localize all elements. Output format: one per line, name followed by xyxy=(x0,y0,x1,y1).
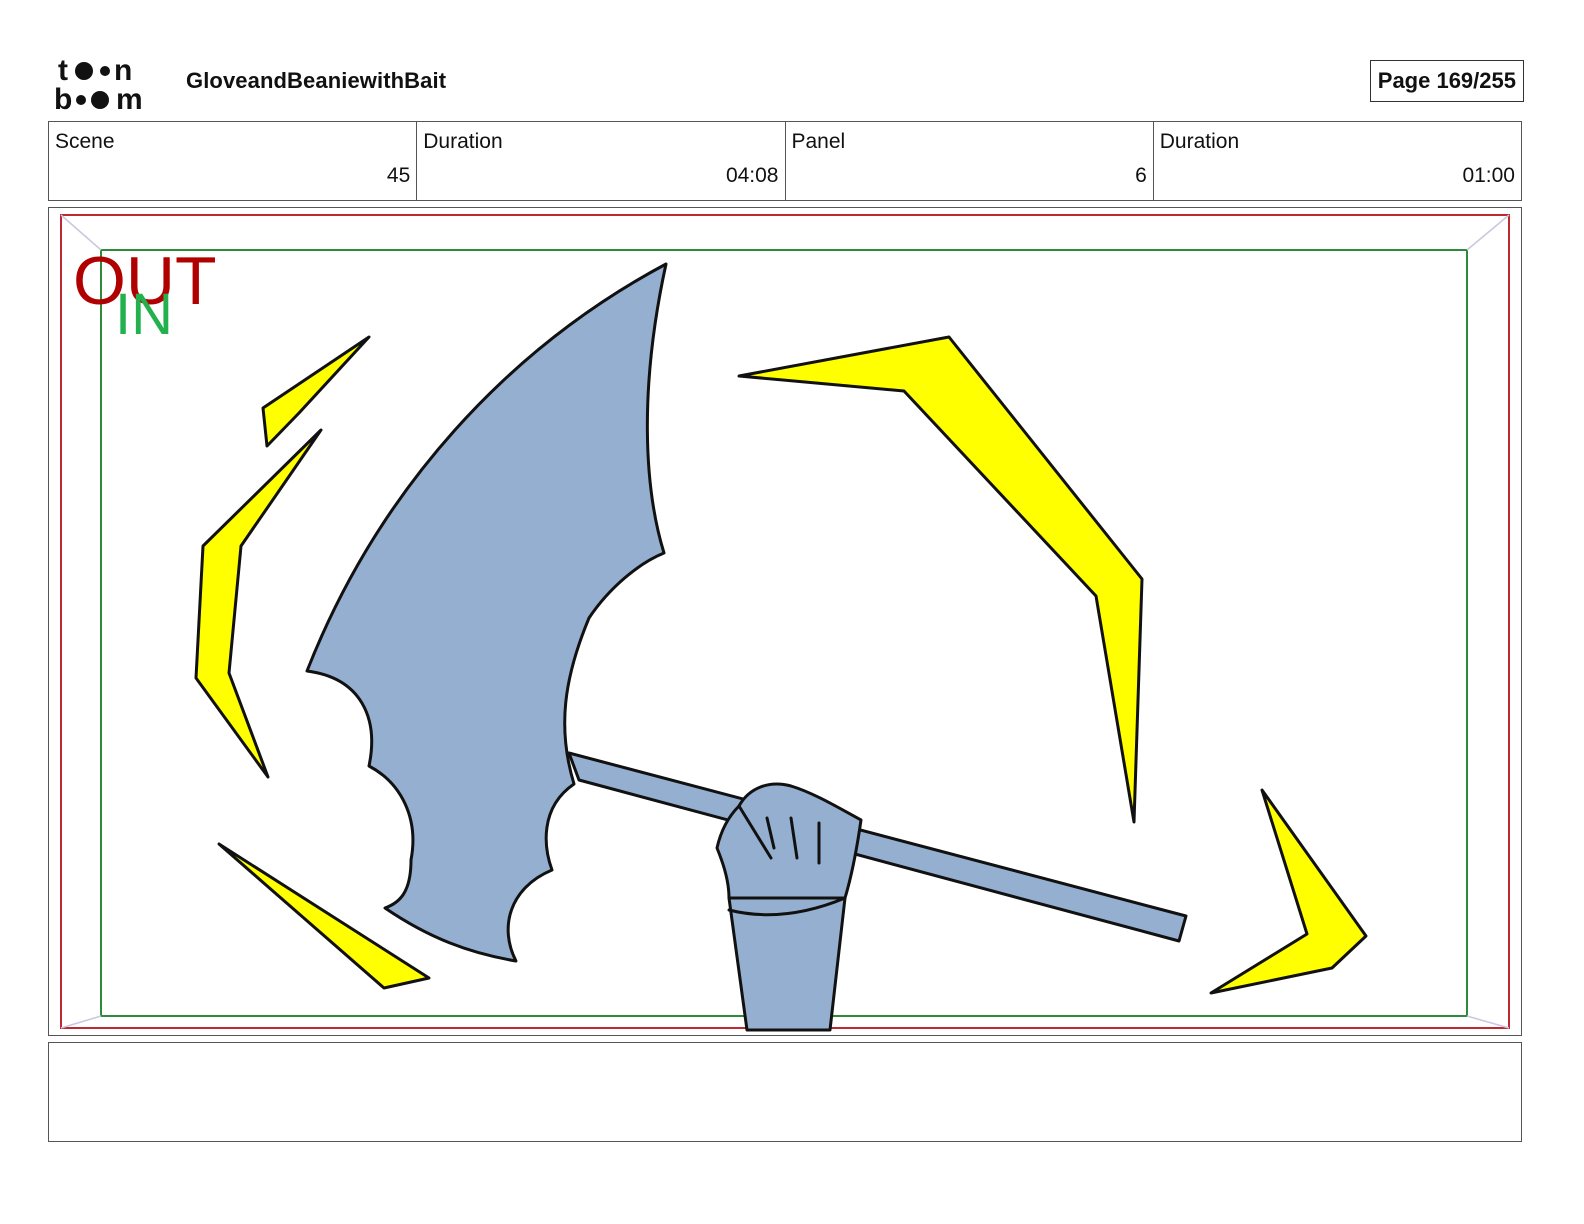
scene-duration-cell: Duration 04:08 xyxy=(417,122,786,200)
axe-blade xyxy=(305,262,668,963)
caption-box xyxy=(48,1042,1522,1142)
scene-info-bar: Scene 45 Duration 04:08 Panel 6 Duration… xyxy=(48,121,1522,201)
scene-duration-label: Duration xyxy=(423,130,503,153)
panel-cell: Panel 6 xyxy=(786,122,1154,200)
page-header: t n b m GloveandBeaniewithBait Page 169/… xyxy=(48,48,1524,114)
panel-duration-cell: Duration 01:00 xyxy=(1154,122,1521,200)
storyboard-panel: OUT IN xyxy=(48,207,1522,1036)
forearm xyxy=(727,896,847,1032)
axe xyxy=(305,262,1188,1032)
burst-bottom-right xyxy=(1209,788,1368,995)
scene-value: 45 xyxy=(386,164,411,187)
scene-cell: Scene 45 xyxy=(49,122,418,200)
project-title: GloveandBeaniewithBait xyxy=(186,68,447,93)
burst-top-left-small xyxy=(261,335,371,448)
panel-duration-label: Duration xyxy=(1159,130,1240,153)
svg-text:m: m xyxy=(116,83,143,112)
axe-handle xyxy=(567,751,1188,943)
panel-duration-value: 01:00 xyxy=(1462,164,1515,187)
burst-top-right xyxy=(737,335,1144,824)
panel-drawing: OUT IN xyxy=(60,214,1510,1032)
panel-value: 6 xyxy=(1135,164,1147,187)
panel-label: Panel xyxy=(791,130,846,153)
toon-boom-logo: t n b m xyxy=(54,54,143,112)
page-number: Page 169/255 xyxy=(1369,60,1524,102)
scene-label: Scene xyxy=(55,130,115,153)
burst-left xyxy=(194,428,323,779)
scene-duration-value: 04:08 xyxy=(725,164,779,187)
svg-text:b: b xyxy=(54,83,72,112)
in-label: IN xyxy=(115,282,173,347)
